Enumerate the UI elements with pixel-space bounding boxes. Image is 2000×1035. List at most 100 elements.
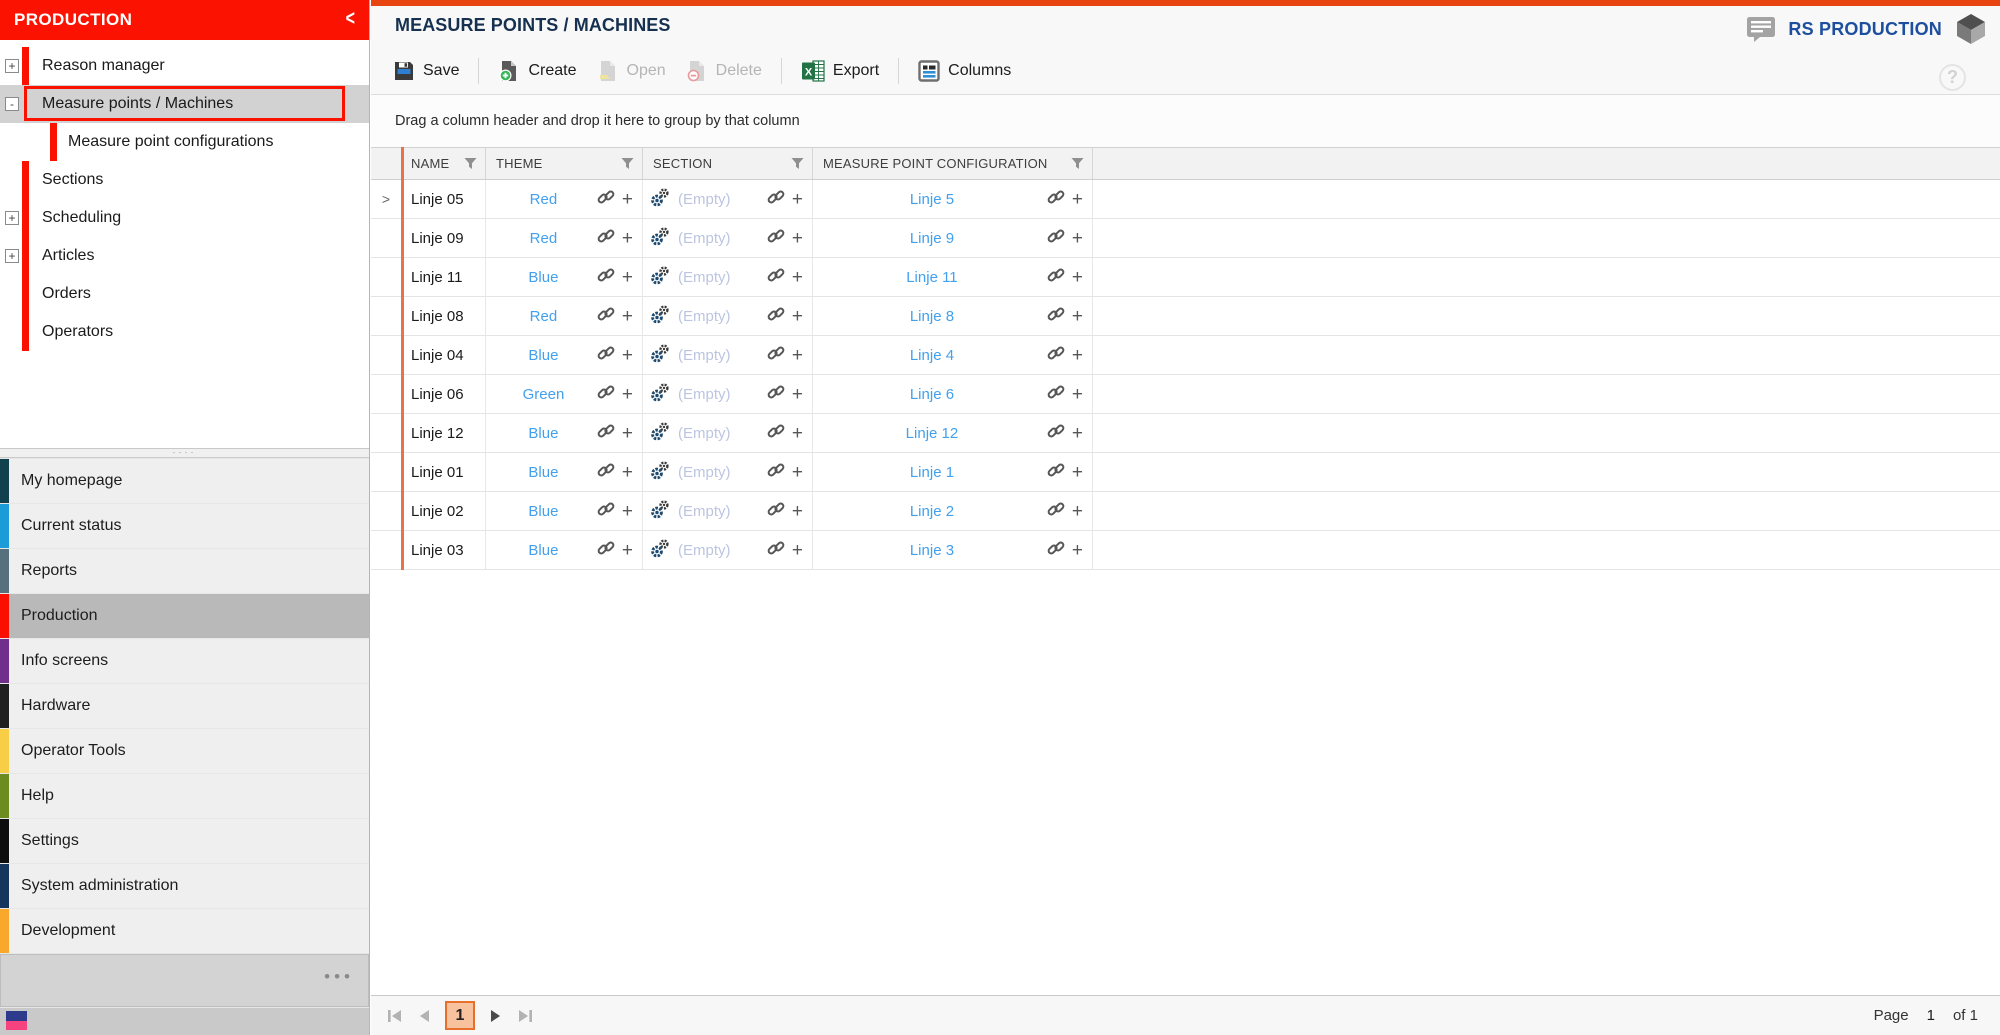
sidebar-splitter[interactable]: ···· [0, 448, 369, 458]
add-config-button[interactable]: + [1072, 346, 1083, 365]
sidebar-tree-item[interactable]: + Reason manager [0, 47, 369, 85]
first-page-button[interactable] [387, 1009, 403, 1023]
config-link[interactable]: Linje 1 [817, 464, 1047, 481]
feedback-bubble-icon[interactable] [1746, 16, 1776, 43]
sidebar-menu-item-current-status[interactable]: Current status [0, 504, 369, 548]
link-chain-icon[interactable] [767, 305, 785, 323]
link-chain-icon[interactable] [767, 227, 785, 245]
link-chain-icon[interactable] [1047, 461, 1065, 479]
link-chain-icon[interactable] [767, 383, 785, 401]
config-link[interactable]: Linje 6 [817, 386, 1047, 403]
add-theme-button[interactable]: + [622, 268, 633, 287]
link-chain-icon[interactable] [597, 188, 615, 206]
add-config-button[interactable]: + [1072, 385, 1083, 404]
config-link[interactable]: Linje 5 [817, 191, 1047, 208]
sidebar-tree-item[interactable]: Measure point configurations [0, 123, 369, 161]
open-button[interactable]: Open [587, 55, 676, 87]
sidebar-menu-item-system-administration[interactable]: System administration [0, 864, 369, 908]
add-section-button[interactable]: + [792, 463, 803, 482]
row-expander[interactable] [371, 258, 401, 296]
add-config-button[interactable]: + [1072, 307, 1083, 326]
theme-link[interactable]: Red [490, 308, 597, 325]
add-section-button[interactable]: + [792, 424, 803, 443]
sidebar-tree-item[interactable]: + Scheduling [0, 199, 369, 237]
config-link[interactable]: Linje 2 [817, 503, 1047, 520]
config-link[interactable]: Linje 9 [817, 230, 1047, 247]
link-chain-icon[interactable] [597, 266, 615, 284]
theme-link[interactable]: Blue [490, 542, 597, 559]
table-row[interactable]: Linje 06 Green + (Empty) + Linje 6 + [371, 375, 2000, 414]
add-config-button[interactable]: + [1072, 229, 1083, 248]
link-chain-icon[interactable] [597, 305, 615, 323]
filter-icon[interactable] [621, 157, 634, 170]
sidebar-tree-item[interactable]: Orders [0, 275, 369, 313]
row-expander[interactable] [371, 375, 401, 413]
sidebar-menu-item-hardware[interactable]: Hardware [0, 684, 369, 728]
help-icon[interactable]: ? [1939, 64, 1966, 91]
sidebar-menu-item-operator-tools[interactable]: Operator Tools [0, 729, 369, 773]
link-chain-icon[interactable] [1047, 383, 1065, 401]
row-expander[interactable] [371, 297, 401, 335]
sidebar-tree-item[interactable]: Operators [0, 313, 369, 351]
next-page-button[interactable] [490, 1009, 502, 1023]
last-page-button[interactable] [517, 1009, 533, 1023]
add-theme-button[interactable]: + [622, 424, 633, 443]
language-flag-icon[interactable] [6, 1011, 27, 1030]
link-chain-icon[interactable] [597, 500, 615, 518]
table-row[interactable]: Linje 08 Red + (Empty) + Linje 8 + [371, 297, 2000, 336]
add-theme-button[interactable]: + [622, 190, 633, 209]
sidebar-collapse-icon[interactable]: < [346, 8, 355, 31]
link-chain-icon[interactable] [1047, 422, 1065, 440]
row-expander[interactable] [371, 453, 401, 491]
config-link[interactable]: Linje 8 [817, 308, 1047, 325]
column-header-name[interactable]: NAME [401, 148, 486, 179]
config-link[interactable]: Linje 11 [817, 269, 1047, 286]
row-expander[interactable]: > [371, 180, 401, 218]
sidebar-menu-item-reports[interactable]: Reports [0, 549, 369, 593]
link-chain-icon[interactable] [767, 344, 785, 362]
theme-link[interactable]: Blue [490, 464, 597, 481]
add-config-button[interactable]: + [1072, 268, 1083, 287]
column-header-theme[interactable]: THEME [486, 148, 643, 179]
table-row[interactable]: Linje 03 Blue + (Empty) + Linje 3 + [371, 531, 2000, 570]
tree-expander-icon[interactable]: + [5, 211, 19, 225]
add-section-button[interactable]: + [792, 346, 803, 365]
sidebar-menu-item-info-screens[interactable]: Info screens [0, 639, 369, 683]
table-row[interactable]: > Linje 05 Red + (Empty) + Linje 5 + [371, 180, 2000, 219]
create-button[interactable]: Create [488, 55, 586, 87]
table-row[interactable]: Linje 04 Blue + (Empty) + Linje 4 + [371, 336, 2000, 375]
row-expander[interactable] [371, 492, 401, 530]
sidebar-menu-item-settings[interactable]: Settings [0, 819, 369, 863]
menu-overflow-button[interactable]: ••• [324, 967, 354, 987]
add-config-button[interactable]: + [1072, 190, 1083, 209]
filter-icon[interactable] [791, 157, 804, 170]
link-chain-icon[interactable] [1047, 227, 1065, 245]
add-section-button[interactable]: + [792, 307, 803, 326]
link-chain-icon[interactable] [767, 539, 785, 557]
link-chain-icon[interactable] [597, 344, 615, 362]
export-button[interactable]: X Export [791, 55, 889, 87]
sidebar-tree-item[interactable]: Sections [0, 161, 369, 199]
link-chain-icon[interactable] [1047, 539, 1065, 557]
link-chain-icon[interactable] [767, 188, 785, 206]
link-chain-icon[interactable] [597, 539, 615, 557]
tree-expander-icon[interactable]: + [5, 249, 19, 263]
table-row[interactable]: Linje 11 Blue + (Empty) + Linje 11 + [371, 258, 2000, 297]
table-row[interactable]: Linje 02 Blue + (Empty) + Linje 2 + [371, 492, 2000, 531]
current-page-button[interactable]: 1 [445, 1001, 475, 1030]
add-config-button[interactable]: + [1072, 541, 1083, 560]
column-header-measure-point-configuration[interactable]: MEASURE POINT CONFIGURATION [813, 148, 1093, 179]
add-theme-button[interactable]: + [622, 502, 633, 521]
config-link[interactable]: Linje 12 [817, 425, 1047, 442]
add-theme-button[interactable]: + [622, 346, 633, 365]
theme-link[interactable]: Blue [490, 269, 597, 286]
add-section-button[interactable]: + [792, 190, 803, 209]
add-section-button[interactable]: + [792, 229, 803, 248]
add-theme-button[interactable]: + [622, 229, 633, 248]
link-chain-icon[interactable] [767, 461, 785, 479]
row-expander[interactable] [371, 336, 401, 374]
tree-expander-icon[interactable]: - [5, 97, 19, 111]
theme-link[interactable]: Red [490, 191, 597, 208]
link-chain-icon[interactable] [1047, 500, 1065, 518]
add-theme-button[interactable]: + [622, 385, 633, 404]
